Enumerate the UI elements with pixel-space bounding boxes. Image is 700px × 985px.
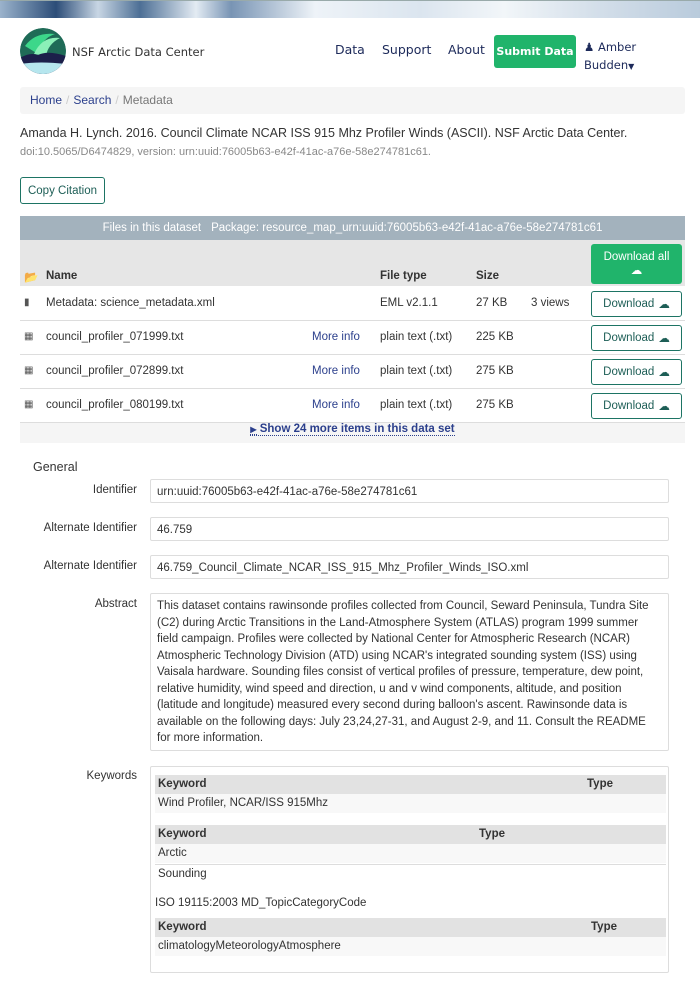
files-table-header: Files in this dataset Package: resource_… <box>20 216 685 240</box>
type-column: Type <box>587 778 613 790</box>
keyword-item: Sounding <box>155 864 666 883</box>
keyword-column: Keyword <box>158 921 207 933</box>
alternate-identifier-label: Alternate Identifier <box>43 522 137 534</box>
file-icon: ▮ <box>24 297 30 308</box>
table-icon: ▦ <box>24 365 34 376</box>
file-type: plain text (.txt) <box>380 365 453 377</box>
table-icon: ▦ <box>24 331 34 342</box>
file-row: ▦ council_profiler_072899.txt More info … <box>20 355 685 389</box>
download-button[interactable]: Download ☁ <box>591 359 682 385</box>
package-id: Package: resource_map_urn:uuid:76005b63-… <box>211 222 603 234</box>
download-label: Download <box>603 366 655 378</box>
caret-right-icon: ▶ <box>250 425 257 435</box>
header-banner-image <box>0 0 700 18</box>
keyword-item: climatologyMeteorologyAtmosphere <box>155 937 666 956</box>
submit-data-button[interactable]: Submit Data <box>494 35 576 68</box>
keyword-item: Wind Profiler, NCAR/ISS 915Mhz <box>155 794 666 813</box>
type-column: Type <box>479 828 505 840</box>
breadcrumb: Home / Search / Metadata <box>20 87 685 114</box>
show-more-items-link[interactable]: ▶ Show 24 more items in this data set <box>20 423 685 443</box>
user-menu[interactable]: ♟ Amber Budden▼ <box>584 38 636 76</box>
cloud-download-icon: ☁ <box>658 333 670 345</box>
more-info-link[interactable]: More info <box>312 399 360 411</box>
file-row: ▦ council_profiler_080199.txt More info … <box>20 389 685 423</box>
keyword-table-header: Keyword Type <box>155 825 666 844</box>
breadcrumb-home[interactable]: Home <box>30 93 62 107</box>
alternate-identifier-field[interactable]: 46.759 <box>150 517 669 541</box>
user-first-name: Amber <box>597 40 637 54</box>
identifier-label: Identifier <box>92 484 137 496</box>
file-size: 225 KB <box>476 331 514 343</box>
keyword-column: Keyword <box>158 778 207 790</box>
cloud-download-icon: ☁ <box>658 401 670 413</box>
keyword-column: Keyword <box>158 828 207 840</box>
keyword-item: Arctic <box>155 844 666 863</box>
file-type: plain text (.txt) <box>380 331 453 343</box>
breadcrumb-current: Metadata <box>122 93 173 107</box>
file-name: council_profiler_071999.txt <box>46 331 184 343</box>
file-size: 275 KB <box>476 365 514 377</box>
download-button[interactable]: Download ☁ <box>591 325 682 351</box>
copy-citation-button[interactable]: Copy Citation <box>20 177 105 204</box>
more-info-link[interactable]: More info <box>312 331 360 343</box>
citation-text: Amanda H. Lynch. 2016. Council Climate N… <box>20 126 628 140</box>
arctic-logo-icon[interactable] <box>20 28 66 74</box>
files-column-headers: 📂 Name File type Size <box>20 240 685 286</box>
user-last-name: Budden <box>584 58 629 72</box>
more-info-link[interactable]: More info <box>312 365 360 377</box>
file-row: ▮ Metadata: science_metadata.xml EML v2.… <box>20 287 685 321</box>
download-button[interactable]: Download ☁ <box>591 393 682 419</box>
keyword-table-header: Keyword Type <box>155 775 666 794</box>
cloud-download-icon: ☁ <box>630 265 643 277</box>
folder-icon: 📂 <box>24 272 39 284</box>
cloud-download-icon: ☁ <box>658 299 670 311</box>
abstract-label: Abstract <box>94 598 137 610</box>
column-file-type: File type <box>380 270 427 282</box>
files-title: Files in this dataset <box>102 222 202 234</box>
type-column: Type <box>591 921 617 933</box>
download-label: Download <box>603 332 655 344</box>
brand-name[interactable]: NSF Arctic Data Center <box>72 45 204 59</box>
file-name: council_profiler_072899.txt <box>46 365 184 377</box>
show-more-label: Show 24 more items in this data set <box>259 423 455 436</box>
caret-down-icon: ▼ <box>628 62 635 71</box>
identifier-field[interactable]: urn:uuid:76005b63-e42f-41ac-a76e-58e2747… <box>150 479 669 503</box>
cloud-download-icon: ☁ <box>658 367 670 379</box>
keywords-label: Keywords <box>86 770 138 782</box>
keyword-thesaurus: ISO 19115:2003 MD_TopicCategoryCode <box>155 897 367 909</box>
column-name: Name <box>46 270 78 282</box>
breadcrumb-search[interactable]: Search <box>73 93 111 107</box>
alternate-identifier-label: Alternate Identifier <box>43 560 137 572</box>
breadcrumb-separator: / <box>66 93 70 107</box>
file-type: plain text (.txt) <box>380 399 453 411</box>
download-button[interactable]: Download ☁ <box>591 291 682 317</box>
section-title-general: General <box>33 460 78 474</box>
file-name: council_profiler_080199.txt <box>46 399 184 411</box>
download-all-button[interactable]: Download all ☁ <box>591 244 682 284</box>
file-row: ▦ council_profiler_071999.txt More info … <box>20 321 685 355</box>
download-label: Download <box>603 298 655 310</box>
table-icon: ▦ <box>24 399 34 410</box>
column-size: Size <box>476 270 500 282</box>
download-label: Download <box>603 400 655 412</box>
file-size: 27 KB <box>476 297 508 309</box>
file-type: EML v2.1.1 <box>380 297 438 309</box>
abstract-text: This dataset contains rawinsonde profile… <box>150 593 669 751</box>
nav-about[interactable]: About <box>448 42 485 57</box>
file-size: 275 KB <box>476 399 514 411</box>
file-name: Metadata: science_metadata.xml <box>46 297 215 309</box>
keyword-table-header: Keyword Type <box>155 918 666 937</box>
breadcrumb-separator: / <box>115 93 119 107</box>
download-all-label: Download all <box>603 251 670 263</box>
citation-doi: doi:10.5065/D6474829, version: urn:uuid:… <box>20 146 431 158</box>
keywords-box: Keyword Type Wind Profiler, NCAR/ISS 915… <box>150 766 669 973</box>
user-icon: ♟ <box>584 40 595 54</box>
nav-support[interactable]: Support <box>382 42 431 57</box>
alternate-identifier-field[interactable]: 46.759_Council_Climate_NCAR_ISS_915_Mhz_… <box>150 555 669 579</box>
file-views: 3 views <box>531 297 570 309</box>
nav-data[interactable]: Data <box>335 42 365 57</box>
